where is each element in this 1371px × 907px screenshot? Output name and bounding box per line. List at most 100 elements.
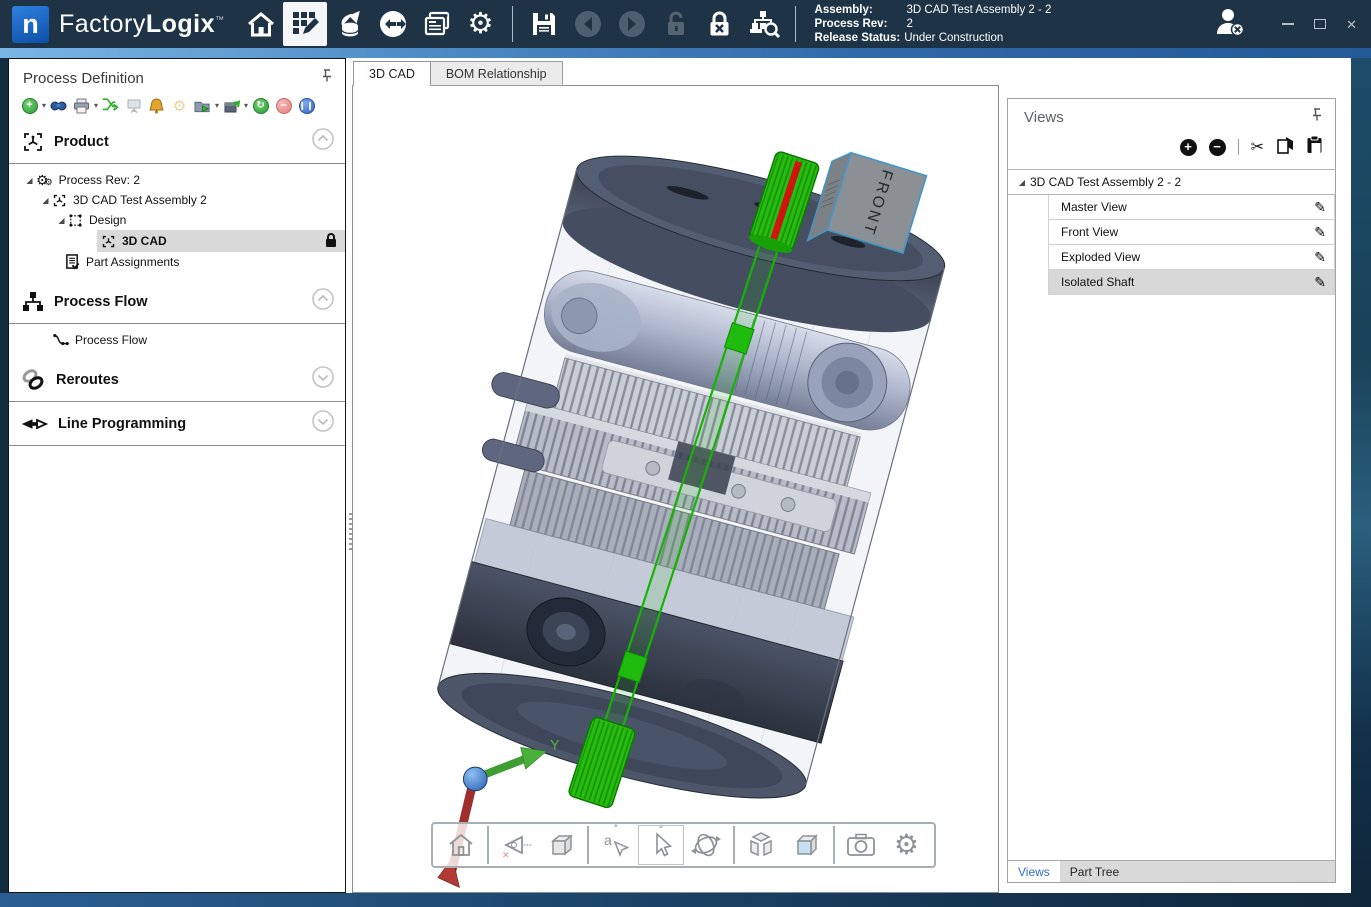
- section-process-flow[interactable]: Process Flow: [9, 280, 345, 324]
- view-item-front[interactable]: Front View ✎: [1048, 220, 1335, 245]
- sync-icon[interactable]: [371, 2, 415, 46]
- shuffle-icon[interactable]: [102, 97, 119, 114]
- tab-bom-relationship[interactable]: BOM Relationship: [431, 61, 563, 86]
- flow-search-icon[interactable]: [742, 2, 786, 46]
- svg-text:✕: ✕: [502, 850, 510, 860]
- tab-3d-cad[interactable]: 3D CAD: [353, 61, 431, 86]
- tree-item-assembly[interactable]: ◢ 3D CAD Test Assembly 2: [23, 190, 345, 210]
- tab-views[interactable]: Views: [1008, 861, 1060, 882]
- document-tabs: 3D CAD BOM Relationship: [352, 58, 1351, 85]
- database-import-icon[interactable]: [327, 2, 371, 46]
- section-view-icon[interactable]: [784, 825, 829, 865]
- explode-view-icon[interactable]: [739, 825, 784, 865]
- orbit-icon[interactable]: [684, 825, 729, 865]
- print-icon[interactable]: [73, 97, 90, 114]
- tree-item-process-flow[interactable]: Process Flow: [53, 330, 345, 350]
- home-icon[interactable]: [239, 2, 283, 46]
- section-label: Process Flow: [54, 294, 147, 310]
- print-dropdown-caret[interactable]: ▾: [94, 101, 98, 110]
- titlebar-toolbar: ⚙: [239, 2, 805, 46]
- view-direction-icon[interactable]: ✕: [493, 825, 538, 865]
- section-product[interactable]: Product: [9, 120, 345, 164]
- pin-icon[interactable]: [1311, 108, 1323, 127]
- back-icon[interactable]: [566, 2, 610, 46]
- settings-gear-icon[interactable]: ⚙: [884, 825, 929, 865]
- add-view-icon[interactable]: +: [1180, 139, 1197, 156]
- edit-pencil-icon[interactable]: ✎: [1314, 274, 1326, 291]
- add-icon[interactable]: +: [21, 97, 38, 114]
- assembly-label: Assembly:: [815, 3, 907, 17]
- pause-icon[interactable]: ❙❙: [298, 97, 315, 114]
- pointer-select-icon[interactable]: ▲: [638, 825, 683, 865]
- content-area: Process Definition + ▾ ▾: [8, 58, 1351, 893]
- view-item-isolated-shaft-selected[interactable]: Isolated Shaft ✎: [1048, 270, 1335, 295]
- design-icon: [68, 213, 83, 228]
- collapse-up-button[interactable]: [311, 127, 335, 156]
- release-status-label: Release Status:: [815, 31, 901, 45]
- paste-icon[interactable]: [1306, 135, 1323, 159]
- expander-icon[interactable]: ◢: [23, 176, 36, 185]
- find-icon[interactable]: [50, 97, 67, 114]
- export-dropdown-caret[interactable]: ▾: [215, 101, 219, 110]
- cad-viewport[interactable]: FRONT Y: [352, 85, 999, 893]
- publish-dropdown-caret[interactable]: ▾: [244, 101, 248, 110]
- presentation-icon[interactable]: [125, 97, 142, 114]
- export-icon[interactable]: [194, 97, 211, 114]
- views-root-item[interactable]: ◢ 3D CAD Test Assembly 2 - 2: [1008, 169, 1335, 195]
- publish-icon[interactable]: [223, 97, 240, 114]
- cube-display-icon[interactable]: [538, 825, 583, 865]
- start-icon[interactable]: ↻: [252, 97, 269, 114]
- camera-icon[interactable]: [839, 825, 884, 865]
- home-view-icon[interactable]: [438, 825, 483, 865]
- view-item-exploded[interactable]: Exploded View ✎: [1048, 245, 1335, 270]
- assembly-value: 3D CAD Test Assembly 2 - 2: [907, 3, 1052, 17]
- bell-icon[interactable]: [148, 97, 165, 114]
- pin-icon[interactable]: [321, 69, 333, 88]
- release-status-value: Under Construction: [904, 31, 1003, 45]
- tree-item-design[interactable]: ◢ Design: [23, 210, 345, 230]
- maximize-button[interactable]: [1314, 19, 1326, 29]
- remove-icon[interactable]: –: [275, 97, 292, 114]
- gear-pale-icon[interactable]: ⚙: [171, 97, 188, 114]
- edit-pencil-icon[interactable]: ✎: [1314, 224, 1326, 241]
- gear-icon[interactable]: ⚙: [459, 2, 503, 46]
- section-line-programming[interactable]: Line Programming: [9, 402, 345, 446]
- lock-x-icon[interactable]: [698, 2, 742, 46]
- window-frame-bottom: [0, 893, 1371, 907]
- expand-down-button[interactable]: [311, 409, 335, 438]
- app-logo: n: [12, 6, 49, 43]
- expander-icon[interactable]: ◢: [55, 216, 68, 225]
- remove-view-icon[interactable]: −: [1209, 139, 1226, 156]
- design-grid-pencil-icon[interactable]: [283, 2, 327, 46]
- tree-item-part-assignments[interactable]: Part Assignments: [65, 252, 345, 272]
- edit-pencil-icon[interactable]: ✎: [1314, 199, 1326, 216]
- unlock-icon[interactable]: [654, 2, 698, 46]
- panel-title: Process Definition: [23, 70, 144, 87]
- forward-icon[interactable]: [610, 2, 654, 46]
- window-frame-left: [0, 58, 8, 907]
- expander-icon[interactable]: ◢: [1014, 178, 1030, 187]
- collapse-up-button[interactable]: [311, 287, 335, 316]
- forms-icon[interactable]: [415, 2, 459, 46]
- save-icon[interactable]: [522, 2, 566, 46]
- tree-item-3d-cad-selected[interactable]: 3D CAD: [97, 230, 345, 252]
- user-logoff-icon[interactable]: [1214, 6, 1248, 43]
- tree-item-process-rev[interactable]: ◢ ⚙⚙ Process Rev: 2: [23, 170, 345, 190]
- edit-pencil-icon[interactable]: ✎: [1314, 249, 1326, 266]
- tab-part-tree[interactable]: Part Tree: [1060, 861, 1129, 882]
- viewport-toolbar: ✕ ▲ a ▲: [431, 822, 936, 868]
- copy-icon[interactable]: [1276, 136, 1294, 159]
- assembly-info: Assembly:3D CAD Test Assembly 2 - 2 Proc…: [815, 3, 1052, 45]
- section-reroutes[interactable]: Reroutes: [9, 358, 345, 402]
- toolbar-separator: [487, 826, 489, 864]
- expand-down-button[interactable]: [311, 365, 335, 394]
- close-button[interactable]: ✕: [1346, 18, 1357, 31]
- process-definition-toolbar: + ▾ ▾ ⚙: [9, 90, 345, 120]
- label-select-icon[interactable]: ▲ a: [593, 825, 638, 865]
- add-dropdown-caret[interactable]: ▾: [42, 101, 46, 110]
- view-item-master[interactable]: Master View ✎: [1048, 195, 1335, 220]
- axis-y-label: Y: [550, 737, 559, 752]
- cut-icon[interactable]: ✂: [1251, 137, 1264, 157]
- expander-icon[interactable]: ◢: [39, 196, 52, 205]
- minimize-button[interactable]: [1282, 23, 1294, 25]
